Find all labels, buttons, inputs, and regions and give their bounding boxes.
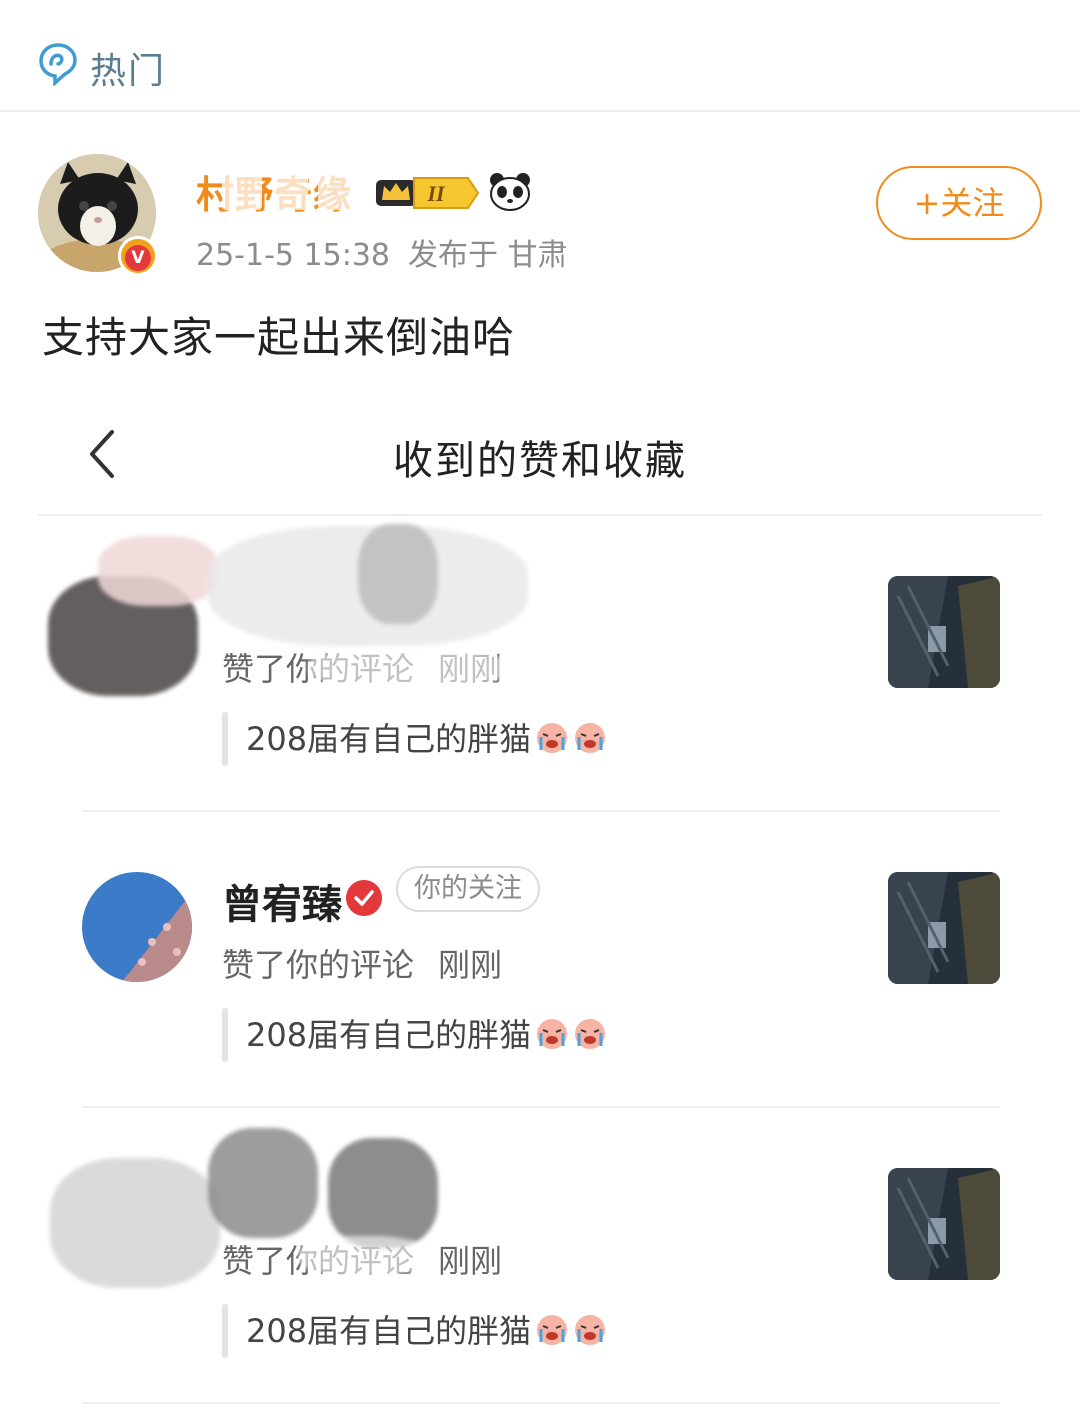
embedded-header: 收到的赞和收藏 (38, 392, 1042, 516)
list-item[interactable]: 曾宥臻 你的关注 赞了你的评论 刚刚 208届有自己的胖猫 (38, 812, 1042, 1108)
redaction-smudge (358, 524, 438, 624)
list-item[interactable]: 赞了你的评论刚刚 208届有自己的胖猫 (38, 516, 1042, 812)
divider (82, 1402, 1000, 1404)
following-tag: 你的关注 (396, 866, 540, 912)
user-name[interactable]: 曾宥臻 (222, 872, 342, 930)
post-thumbnail[interactable] (888, 576, 1000, 688)
like-action: 赞了你的评论刚刚 (222, 940, 526, 986)
post-header: V 村野奇缘 II 25-1-5 15:38发布于 甘肃 +关注 (0, 112, 1080, 292)
name-blur (318, 168, 358, 210)
redaction-smudge (98, 536, 218, 606)
comment-quote: 208届有自己的胖猫 (246, 1306, 607, 1352)
follow-button[interactable]: +关注 (876, 166, 1042, 240)
action-time: 刚刚 (438, 1242, 503, 1280)
hot-icon[interactable] (38, 42, 78, 86)
action-text: 赞了你的评论 (222, 946, 415, 984)
verified-icon (346, 880, 382, 916)
svg-text:II: II (426, 181, 446, 206)
crying-emoji-icon (537, 723, 568, 753)
post-meta: 25-1-5 15:38 发布于 甘肃 (196, 230, 586, 274)
redaction-smudge (50, 1158, 220, 1288)
redaction-smudge (308, 648, 508, 688)
redaction-smudge (208, 1128, 318, 1238)
crying-emoji-icon (575, 723, 606, 753)
embedded-title: 收到的赞和收藏 (393, 438, 687, 484)
post-timestamp: 25-1-5 15:38 (196, 238, 390, 273)
redaction-smudge (328, 1138, 438, 1248)
crying-emoji-icon (575, 1315, 606, 1345)
verified-badge: V (118, 236, 158, 276)
name-blur (222, 166, 262, 210)
crying-emoji-icon (537, 1019, 568, 1049)
post-thumbnail[interactable] (888, 872, 1000, 984)
hot-tab-label[interactable]: 热门 (90, 42, 166, 94)
action-time: 刚刚 (438, 946, 503, 984)
top-bar: 热门 (0, 0, 1080, 112)
post-thumbnail[interactable] (888, 1168, 1000, 1280)
crying-emoji-icon (575, 1019, 606, 1049)
member-crown-badge[interactable]: II (374, 172, 480, 214)
comment-quote: 208届有自己的胖猫 (246, 1010, 607, 1056)
quote-bar (222, 1304, 228, 1358)
quote-bar (222, 1008, 228, 1062)
post-text: 支持大家一起出来倒油哈 (42, 313, 516, 362)
quote-bar (222, 712, 228, 766)
post-location: 发布于 甘肃 (408, 238, 568, 273)
comment-quote: 208届有自己的胖猫 (246, 714, 607, 760)
crying-emoji-icon (537, 1315, 568, 1345)
embedded-screenshot[interactable]: 收到的赞和收藏 赞了你的评论刚刚 208届有自己的胖猫 曾宥臻 你的关注 赞了你… (38, 392, 1042, 1417)
list-item[interactable]: 赞了你的评论刚刚 208届有自己的胖猫 (38, 1108, 1042, 1404)
redaction-smudge (298, 1236, 428, 1276)
panda-icon (490, 173, 530, 211)
user-avatar[interactable] (82, 872, 192, 982)
name-blur (274, 170, 308, 210)
